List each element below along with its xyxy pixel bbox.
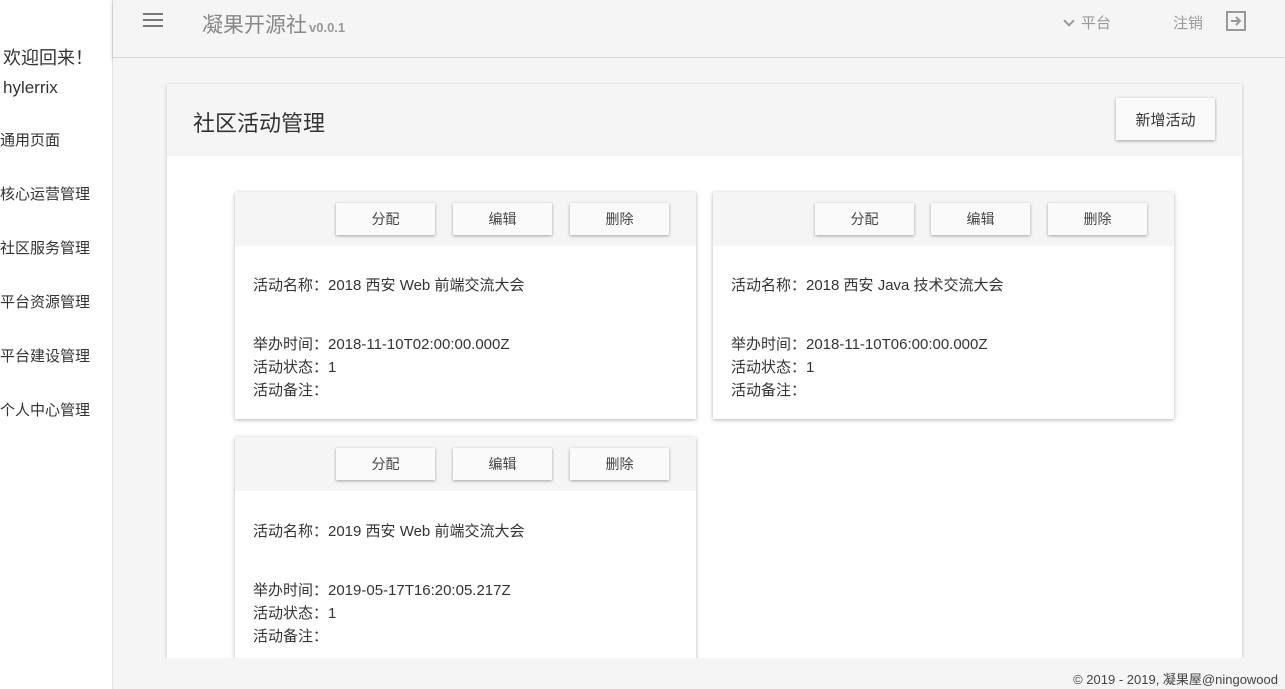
edit-button[interactable]: 编辑 [453, 203, 552, 235]
sidebar-item-platform-resources[interactable]: 平台资源管理 [0, 291, 90, 312]
card-actions: 分配 编辑 删除 [235, 192, 696, 246]
brand-name: 凝果开源社 [202, 14, 307, 37]
exit-icon[interactable] [1225, 10, 1247, 32]
activity-panel: 社区活动管理 新增活动 分配 编辑 删除 活动名称：2018 西安 Web 前端… [167, 84, 1242, 658]
activity-card: 分配 编辑 删除 活动名称：2018 西安 Java 技术交流大会 举办时间：2… [713, 192, 1174, 419]
platform-label: 平台 [1081, 15, 1112, 32]
activity-time: 举办时间：2018-11-10T02:00:00.000Z [253, 336, 510, 353]
username: hylerrix [3, 78, 58, 97]
version-label: v0.0.1 [309, 20, 346, 35]
activity-name: 活动名称：2018 西安 Web 前端交流大会 [253, 277, 525, 294]
top-app-bar: 凝果开源社 v0.0.1 平台 注销 [113, 0, 1285, 58]
activity-time: 举办时间：2018-11-10T06:00:00.000Z [731, 336, 988, 353]
sidebar-item-core-ops[interactable]: 核心运营管理 [0, 183, 90, 204]
add-activity-button[interactable]: 新增活动 [1116, 98, 1215, 140]
sidebar-item-community-service[interactable]: 社区服务管理 [0, 237, 90, 258]
sidebar-item-personal-center[interactable]: 个人中心管理 [0, 399, 90, 420]
sidebar: 欢迎回来！ hylerrix 通用页面 核心运营管理 社区服务管理 平台资源管理… [0, 0, 113, 689]
platform-dropdown[interactable]: 平台 [1063, 12, 1112, 33]
edit-button[interactable]: 编辑 [453, 448, 552, 480]
delete-button[interactable]: 删除 [570, 203, 669, 235]
activity-note: 活动备注： [731, 382, 807, 399]
sidebar-item-platform-building[interactable]: 平台建设管理 [0, 345, 90, 366]
activity-name: 活动名称：2019 西安 Web 前端交流大会 [253, 523, 525, 540]
activity-card: 分配 编辑 删除 活动名称：2019 西安 Web 前端交流大会 举办时间：20… [235, 437, 696, 658]
footer: © 2019 - 2019, 凝果屋@ningowood [113, 658, 1285, 689]
delete-button[interactable]: 删除 [570, 448, 669, 480]
activity-status: 活动状态：1 [253, 359, 337, 376]
activity-status: 活动状态：1 [731, 359, 815, 376]
copyright-text: © 2019 - 2019, 凝果屋@ningowood [1073, 672, 1278, 687]
activity-name: 活动名称：2018 西安 Java 技术交流大会 [731, 277, 1004, 294]
assign-button[interactable]: 分配 [815, 203, 914, 235]
activity-status: 活动状态：1 [253, 605, 337, 622]
assign-button[interactable]: 分配 [336, 203, 435, 235]
chevron-down-icon [1063, 15, 1075, 27]
activity-note: 活动备注： [253, 382, 329, 399]
logout-button[interactable]: 注销 [1173, 12, 1203, 33]
activity-note: 活动备注： [253, 628, 329, 645]
page-title: 社区活动管理 [193, 111, 326, 136]
card-actions: 分配 编辑 删除 [713, 192, 1174, 246]
activity-time: 举办时间：2019-05-17T16:20:05.217Z [253, 582, 511, 599]
app-title: 凝果开源社 v0.0.1 [202, 9, 345, 39]
main-content: 社区活动管理 新增活动 分配 编辑 删除 活动名称：2018 西安 Web 前端… [113, 58, 1285, 658]
assign-button[interactable]: 分配 [336, 448, 435, 480]
edit-button[interactable]: 编辑 [931, 203, 1030, 235]
card-actions: 分配 编辑 删除 [235, 437, 696, 491]
activity-card: 分配 编辑 删除 活动名称：2018 西安 Web 前端交流大会 举办时间：20… [235, 192, 696, 419]
sidebar-item-general[interactable]: 通用页面 [0, 129, 60, 150]
welcome-text: 欢迎回来！ [3, 48, 93, 68]
menu-icon[interactable] [141, 10, 167, 32]
delete-button[interactable]: 删除 [1048, 203, 1147, 235]
panel-header: 社区活动管理 新增活动 [167, 84, 1242, 156]
